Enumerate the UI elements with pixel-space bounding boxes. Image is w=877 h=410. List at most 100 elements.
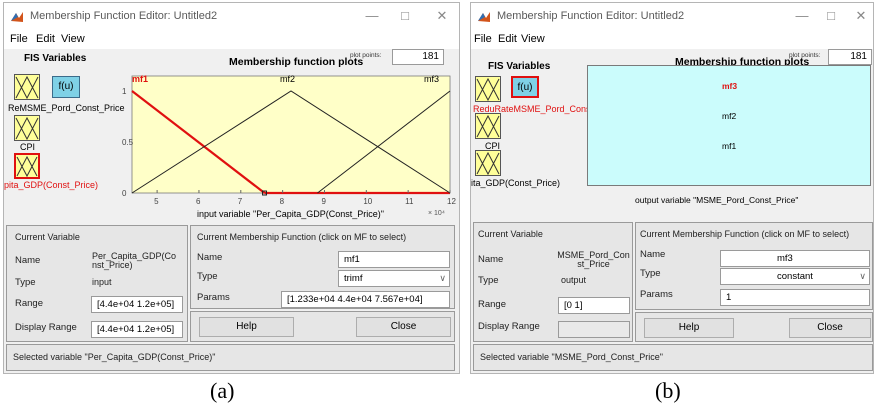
x-tick-label: 9 — [321, 197, 326, 206]
close-icon[interactable]: ✕ — [853, 8, 869, 24]
current-mf-panel: Current Membership Function (click on MF… — [190, 225, 455, 309]
mf-type-value: trimf — [344, 273, 363, 284]
menu-bar: File Edit View — [4, 31, 459, 49]
variable-name-gdp[interactable]: ita_GDP(Const_Price) — [471, 178, 560, 188]
mf-type-select[interactable]: trimf ∨ — [338, 270, 450, 287]
output-mf-plot[interactable]: mf3 mf2 mf1 — [587, 65, 871, 186]
fis-function-block[interactable]: f(u) — [52, 76, 80, 98]
window-title: Membership Function Editor: Untitled2 — [497, 10, 685, 22]
range-label: Range — [478, 299, 506, 310]
display-range-label: Display Range — [15, 322, 77, 333]
output-variable-icon[interactable] — [14, 115, 40, 141]
x-tick-label: 11 — [405, 197, 414, 206]
mf-name-label: Name — [640, 249, 666, 260]
current-mf-header: Current Membership Function (click on MF… — [197, 232, 407, 242]
input-variable-icon[interactable] — [14, 74, 40, 100]
mf2-label[interactable]: mf2 — [722, 111, 736, 121]
range-label: Range — [15, 298, 43, 309]
fis-variables-label: FIS Variables — [488, 61, 551, 72]
plot-title: Membership function plots — [229, 56, 364, 68]
mf-params-label: Params — [197, 292, 230, 303]
mf-params-label: Params — [640, 289, 673, 300]
current-variable-header: Current Variable — [15, 232, 80, 242]
range-input[interactable]: [0 1] — [558, 297, 630, 314]
x-tick-label: 12 — [447, 197, 456, 206]
menu-file[interactable]: File — [10, 33, 28, 45]
help-button[interactable]: Help — [199, 317, 294, 337]
x-exponent: × 10⁴ — [428, 210, 445, 217]
menu-edit[interactable]: Edit — [36, 33, 55, 45]
variable-name-value: Per_Capita_GDP(Const_Price) — [92, 251, 177, 270]
mf1-label[interactable]: mf1 — [722, 141, 736, 151]
mf-editor-window-b: Membership Function Editor: Untitled2 — … — [470, 2, 874, 374]
maximize-icon[interactable]: □ — [823, 8, 839, 23]
variable-name-cpi[interactable]: CPI — [20, 142, 35, 152]
help-button[interactable]: Help — [644, 318, 734, 338]
mf-params-input[interactable]: [1.233e+04 4.4e+04 7.567e+04] — [281, 291, 450, 308]
close-button[interactable]: Close — [356, 317, 451, 337]
mf-params-input[interactable]: 1 — [720, 289, 870, 306]
close-icon[interactable]: ✕ — [434, 8, 450, 24]
variable-type-value: output — [561, 275, 587, 285]
x-tick-label: 5 — [154, 197, 159, 206]
plot-points-input[interactable]: 181 — [392, 49, 444, 65]
output-variable-label: output variable "MSME_Pord_Const_Price" — [635, 195, 799, 205]
mf-type-label: Type — [640, 268, 661, 279]
close-button[interactable]: Close — [789, 318, 871, 338]
display-range-input[interactable] — [558, 321, 630, 338]
fis-variables-panel: FIS Variables f(u) ReduRateMSME_Pord_Con… — [471, 49, 619, 217]
menu-view[interactable]: View — [521, 33, 545, 45]
variable-name-gdp[interactable]: pita_GDP(Const_Price) — [4, 180, 98, 190]
title-bar: Membership Function Editor: Untitled2 — … — [471, 3, 873, 31]
current-variable-panel: Current Variable Name Per_Capita_GDP(Con… — [6, 225, 188, 342]
mf3-label[interactable]: mf3 — [722, 81, 737, 91]
fis-function-block[interactable]: f(u) — [511, 76, 539, 98]
variable-name-overlap[interactable]: ReMSME_Pord_Const_Price — [8, 103, 125, 113]
mf-name-input[interactable]: mf1 — [338, 251, 450, 268]
menu-view[interactable]: View — [61, 33, 85, 45]
type-label: Type — [478, 275, 499, 286]
input-variable-icon[interactable] — [475, 76, 501, 102]
y-tick-label: 0 — [122, 189, 127, 198]
matlab-icon — [10, 10, 24, 24]
x-tick-label: 8 — [280, 197, 285, 206]
plot-points-input[interactable]: 181 — [828, 49, 872, 65]
caption-a: (a) — [210, 378, 235, 403]
x-axis-label: input variable "Per_Capita_GDP(Const_Pri… — [197, 209, 384, 219]
status-bar: Selected variable "MSME_Pord_Const_Price… — [473, 344, 873, 371]
fis-variables-panel: FIS Variables f(u) ReMSME_Pord_Const_Pri… — [4, 49, 129, 217]
display-range-input[interactable]: [4.4e+04 1.2e+05] — [91, 321, 183, 338]
minimize-icon[interactable]: — — [794, 8, 810, 23]
maximize-icon[interactable]: □ — [397, 8, 413, 23]
plot-points-label: plot points: — [350, 52, 382, 59]
mf-type-value: constant — [777, 271, 813, 282]
mf-type-select[interactable]: constant ∨ — [720, 268, 870, 285]
variable-icon[interactable] — [475, 150, 501, 176]
range-input[interactable]: [4.4e+04 1.2e+05] — [91, 296, 183, 313]
mf-type-label: Type — [197, 271, 218, 282]
membership-function-plot[interactable]: 5 6 7 8 9 10 11 12 0 0.5 1 mf1 mf2 mf3 input vari… — [122, 69, 456, 221]
y-tick-label: 1 — [122, 87, 127, 96]
button-panel: Help Close — [190, 311, 455, 342]
chevron-down-icon: ∨ — [439, 273, 446, 283]
x-tick-label: 6 — [196, 197, 201, 206]
matlab-icon — [477, 10, 491, 24]
menu-edit[interactable]: Edit — [498, 33, 517, 45]
mf1-label[interactable]: mf1 — [132, 74, 148, 84]
mf-name-input[interactable]: mf3 — [720, 250, 870, 267]
status-bar: Selected variable "Per_Capita_GDP(Const_… — [6, 344, 455, 371]
mf2-label[interactable]: mf2 — [280, 74, 295, 84]
current-mf-panel: Current Membership Function (click on MF… — [635, 222, 873, 310]
mf-editor-window-a: Membership Function Editor: Untitled2 — … — [3, 2, 460, 374]
variable-name-value: MSME_Pord_Const_Price — [557, 250, 630, 269]
minimize-icon[interactable]: — — [364, 8, 380, 23]
current-variable-panel: Current Variable Name MSME_Pord_Const_Pr… — [473, 222, 633, 342]
selected-variable-icon[interactable] — [14, 153, 40, 179]
mf3-label[interactable]: mf3 — [424, 74, 439, 84]
current-variable-header: Current Variable — [478, 229, 543, 239]
caption-b: (b) — [655, 378, 681, 403]
type-label: Type — [15, 277, 36, 288]
current-mf-header: Current Membership Function (click on MF… — [640, 229, 850, 239]
menu-file[interactable]: File — [474, 33, 492, 45]
output-variable-icon[interactable] — [475, 113, 501, 139]
